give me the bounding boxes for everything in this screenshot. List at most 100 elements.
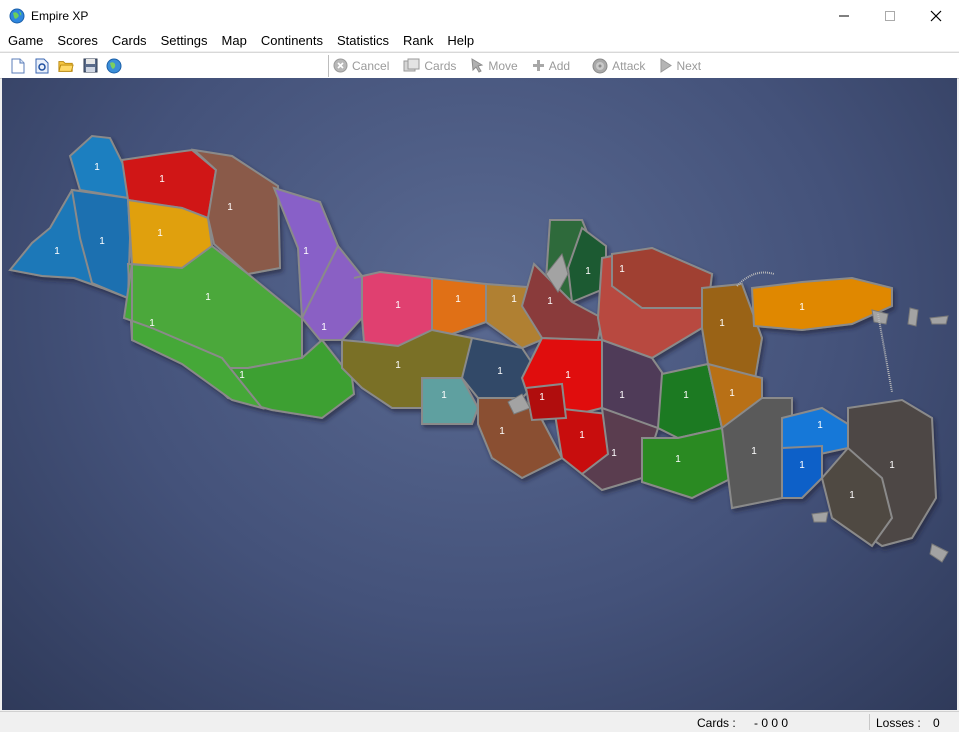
status-separator [869,714,870,730]
java-island-map[interactable]: 11111111111111111111111111111111111111 [2,78,957,710]
army-count-label: 1 [205,292,211,303]
new-game-icon [11,58,25,73]
menu-rank[interactable]: Rank [396,31,440,51]
island-5[interactable] [929,543,949,563]
toolbar: Cancel Cards Move Add Attack Next [0,52,959,79]
menu-continents[interactable]: Continents [254,31,330,51]
territory-30[interactable] [641,426,734,500]
army-count-label: 1 [395,360,401,371]
window-title: Empire XP [31,8,89,23]
army-count-label: 1 [579,430,585,441]
save-icon [83,58,97,73]
army-count-label: 1 [683,390,689,401]
army-count-label: 1 [611,448,617,459]
close-icon [930,10,942,21]
cards-status-value: - 0 0 0 [754,716,789,730]
cards-label: Cards [424,58,457,73]
army-count-label: 1 [889,460,895,471]
save-button[interactable] [82,58,98,74]
cards-icon [403,58,420,72]
status-bar: Cards : - 0 0 0 Losses : 0 [0,711,959,732]
army-count-label: 1 [799,460,805,471]
army-count-label: 1 [751,446,757,457]
army-count-label: 1 [159,174,165,185]
army-count-label: 1 [511,294,517,305]
network-globe-icon [106,58,122,73]
menu-help[interactable]: Help [440,31,481,51]
army-count-label: 1 [547,296,553,307]
island-4[interactable] [811,511,829,523]
menu-statistics[interactable]: Statistics [330,31,396,51]
attack-label: Attack [612,58,646,73]
open-scenario-icon [35,58,49,73]
army-count-label: 1 [321,322,327,333]
open-scenario-button[interactable] [34,58,50,74]
island-3[interactable] [929,315,949,325]
territory-21[interactable] [524,382,568,422]
game-map[interactable]: 11111111111111111111111111111111111111 [2,78,957,710]
file-toolbar [0,58,328,74]
army-count-label: 1 [817,420,823,431]
territories[interactable]: 11111111111111111111111111111111111111 [8,134,938,548]
cancel-button[interactable]: Cancel [333,58,389,73]
minimize-icon [839,15,849,16]
attack-icon [592,58,608,73]
army-count-label: 1 [54,246,60,257]
army-count-label: 1 [149,318,155,329]
army-count-label: 1 [719,318,725,329]
maximize-icon [885,10,895,21]
menu-map[interactable]: Map [215,31,254,51]
army-count-label: 1 [849,490,855,501]
army-count-label: 1 [497,366,503,377]
losses-status-value: 0 [933,716,940,730]
globe-app-icon [9,8,25,23]
title-bar: Empire XP [0,0,959,31]
army-count-label: 1 [565,370,571,381]
open-folder-button[interactable] [58,58,74,74]
next-icon [660,58,673,73]
move-label: Move [488,58,518,73]
sea-link-line [877,313,893,393]
menu-game[interactable]: Game [0,31,50,51]
army-count-label: 1 [455,294,461,305]
army-count-label: 1 [303,246,309,257]
army-count-label: 1 [94,162,100,173]
menu-cards[interactable]: Cards [105,31,154,51]
maximize-button[interactable] [867,0,913,31]
army-count-label: 1 [799,302,805,313]
cards-button[interactable]: Cards [403,58,456,73]
cancel-label: Cancel [352,58,390,73]
army-count-label: 1 [539,392,545,403]
menu-settings[interactable]: Settings [154,31,215,51]
next-button[interactable]: Next [659,58,701,73]
add-button[interactable]: Add [532,59,570,73]
army-count-label: 1 [729,388,735,399]
attack-button[interactable]: Attack [592,58,645,74]
close-button[interactable] [913,0,959,31]
army-count-label: 1 [619,390,625,401]
army-count-label: 1 [395,300,401,311]
army-count-label: 1 [157,228,163,239]
army-count-label: 1 [619,264,625,275]
action-toolbar: Cancel Cards Move Add Attack Next [333,58,715,74]
network-button[interactable] [106,58,122,74]
territory-33[interactable] [750,276,893,332]
territory-13[interactable] [431,276,487,336]
add-icon [532,60,544,71]
toolbar-separator [328,54,329,77]
open-folder-icon [58,60,74,72]
menu-bar: Game Scores Cards Settings Map Continent… [0,31,959,51]
move-icon [471,58,484,73]
minimize-button[interactable] [821,0,867,31]
menu-scores[interactable]: Scores [50,31,104,51]
territory-36[interactable] [781,444,823,499]
island-2[interactable] [907,307,919,327]
new-game-button[interactable] [10,58,26,74]
army-count-label: 1 [585,266,591,277]
army-count-label: 1 [227,202,233,213]
add-label: Add [548,58,571,73]
army-count-label: 1 [441,390,447,401]
army-count-label: 1 [675,454,681,465]
move-button[interactable]: Move [470,58,518,73]
army-count-label: 1 [499,426,505,437]
